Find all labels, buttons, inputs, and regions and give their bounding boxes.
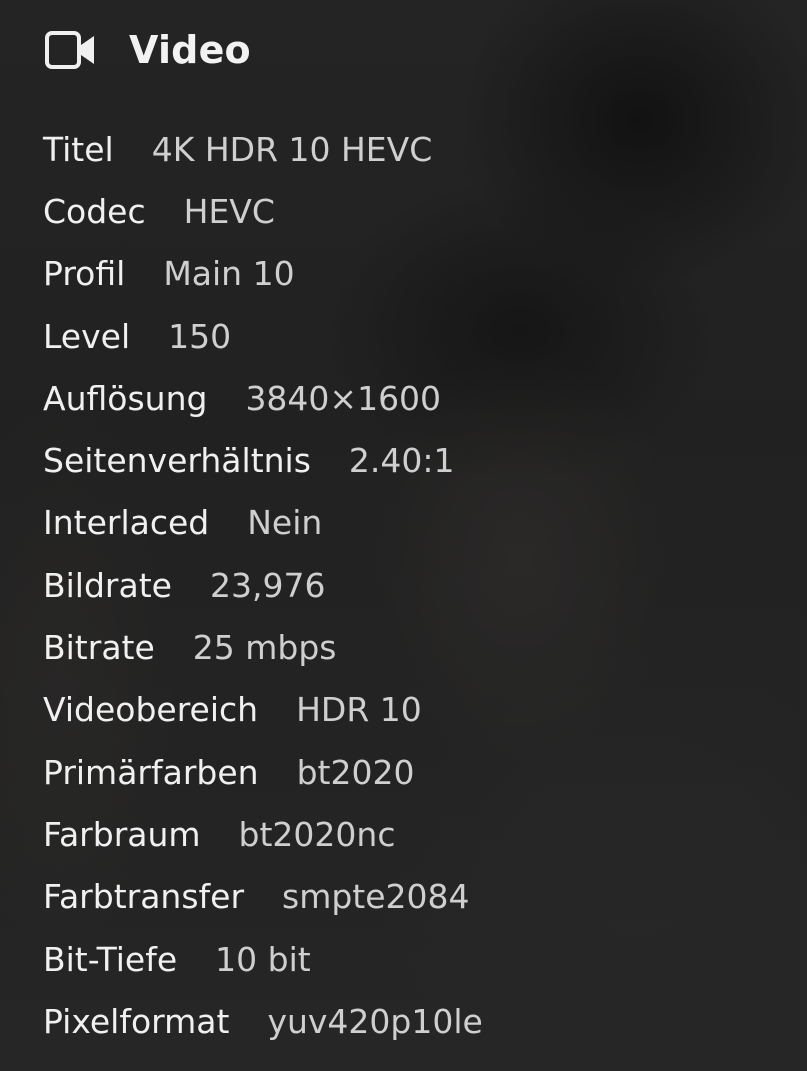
- info-row-aufloesung: Auflösung 3840×1600: [43, 367, 807, 429]
- info-label: Titel: [43, 129, 114, 169]
- info-row-profil: Profil Main 10: [43, 243, 807, 305]
- info-value: 3840×1600: [245, 378, 442, 418]
- info-row-farbtransfer: Farbtransfer smpte2084: [43, 866, 807, 928]
- info-value: smpte2084: [282, 877, 470, 917]
- info-label: Interlaced: [43, 503, 210, 543]
- info-label: Farbtransfer: [43, 877, 245, 917]
- video-details: Video Titel 4K HDR 10 HEVC Codec HEVC Pr…: [0, 0, 807, 1052]
- info-value: 2.40:1: [348, 441, 455, 481]
- info-row-codec: Codec HEVC: [43, 180, 807, 242]
- info-label: Seitenverhältnis: [43, 441, 311, 481]
- info-label: Bitrate: [43, 628, 155, 668]
- video-camera-icon: [45, 31, 97, 69]
- info-value: 25 mbps: [192, 628, 337, 668]
- info-value: 150: [168, 316, 232, 356]
- info-label: Primärfarben: [43, 752, 259, 792]
- info-value: HDR 10: [296, 690, 422, 730]
- info-list: Titel 4K HDR 10 HEVC Codec HEVC Profil M…: [43, 118, 807, 1052]
- info-row-interlaced: Interlaced Nein: [43, 492, 807, 554]
- info-row-farbraum: Farbraum bt2020nc: [43, 803, 807, 865]
- info-row-bit-tiefe: Bit-Tiefe 10 bit: [43, 928, 807, 990]
- info-row-bitrate: Bitrate 25 mbps: [43, 616, 807, 678]
- info-row-videobereich: Videobereich HDR 10: [43, 679, 807, 741]
- section-title: Video: [129, 28, 251, 72]
- section-header: Video: [43, 0, 807, 100]
- info-value: 23,976: [209, 565, 326, 605]
- info-row-level: Level 150: [43, 305, 807, 367]
- info-row-titel: Titel 4K HDR 10 HEVC: [43, 118, 807, 180]
- info-label: Bildrate: [43, 565, 172, 605]
- info-value: bt2020nc: [238, 814, 396, 854]
- info-value: 10 bit: [215, 939, 311, 979]
- info-label: Level: [43, 316, 131, 356]
- info-value: 4K HDR 10 HEVC: [151, 129, 433, 169]
- info-label: Pixelformat: [43, 1001, 230, 1041]
- info-row-seitenverhaeltnis: Seitenverhältnis 2.40:1: [43, 429, 807, 491]
- info-value: bt2020: [296, 752, 415, 792]
- info-value: Nein: [247, 503, 323, 543]
- info-label: Videobereich: [43, 690, 259, 730]
- info-row-bildrate: Bildrate 23,976: [43, 554, 807, 616]
- video-info-panel: Video Titel 4K HDR 10 HEVC Codec HEVC Pr…: [0, 0, 807, 1071]
- info-label: Auflösung: [43, 378, 208, 418]
- info-label: Profil: [43, 254, 126, 294]
- info-label: Codec: [43, 191, 146, 231]
- info-label: Bit-Tiefe: [43, 939, 178, 979]
- info-row-pixelformat: Pixelformat yuv420p10le: [43, 990, 807, 1052]
- info-row-primaerfarben: Primärfarben bt2020: [43, 741, 807, 803]
- info-label: Farbraum: [43, 814, 201, 854]
- info-value: yuv420p10le: [267, 1001, 483, 1041]
- info-value: HEVC: [183, 191, 275, 231]
- info-value: Main 10: [163, 254, 295, 294]
